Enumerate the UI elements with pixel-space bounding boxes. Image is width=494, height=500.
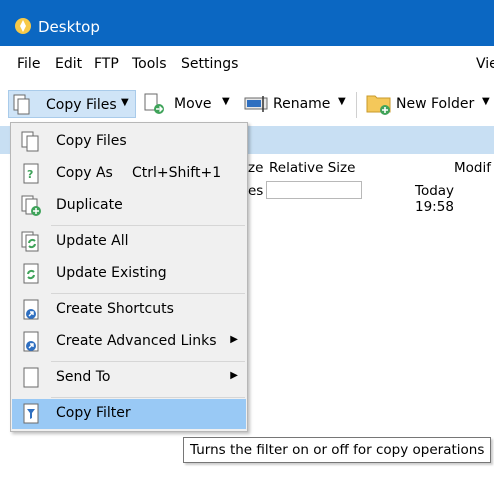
window-title: Desktop bbox=[38, 18, 100, 36]
svg-text:?: ? bbox=[27, 168, 33, 181]
move-label: Move bbox=[174, 96, 212, 112]
rename-label: Rename bbox=[273, 96, 331, 112]
column-modified-header[interactable]: Modif bbox=[454, 160, 491, 176]
menu-item-label: Update All bbox=[56, 233, 129, 249]
menu-item-label: Copy Files bbox=[56, 133, 127, 149]
menu-item-label: Copy As bbox=[56, 165, 113, 181]
menu-item-label: Update Existing bbox=[56, 265, 167, 281]
duplicate-icon bbox=[21, 195, 41, 216]
chevron-down-icon[interactable]: ▼ bbox=[482, 96, 490, 107]
copy-files-icon bbox=[21, 131, 39, 152]
menu-item-label: Create Shortcuts bbox=[56, 301, 174, 317]
update-all-icon bbox=[21, 231, 39, 252]
copy-files-dropdown: Copy Files ? Copy As Ctrl+Shift+1 Duplic… bbox=[10, 122, 248, 432]
menu-file[interactable]: File bbox=[17, 56, 40, 72]
copy-as-icon: ? bbox=[23, 163, 39, 184]
menu-create-shortcuts[interactable]: Create Shortcuts bbox=[12, 295, 246, 325]
menu-tools[interactable]: Tools bbox=[132, 56, 167, 72]
row-modified-cell: Today 19:58 bbox=[415, 183, 455, 215]
chevron-down-icon[interactable]: ▼ bbox=[222, 96, 230, 107]
menu-copy-filter[interactable]: Copy Filter bbox=[12, 399, 246, 429]
send-to-icon bbox=[23, 367, 39, 388]
advanced-link-icon bbox=[23, 331, 39, 352]
menu-item-label: Create Advanced Links bbox=[56, 333, 217, 349]
filter-icon bbox=[23, 403, 39, 424]
menu-view[interactable]: Vie bbox=[476, 56, 494, 72]
menu-separator bbox=[51, 397, 245, 398]
menu-send-to[interactable]: Send To ▶ bbox=[12, 363, 246, 393]
menu-separator bbox=[51, 293, 245, 294]
menu-ftp[interactable]: FTP bbox=[94, 56, 119, 72]
copy-files-label: Copy Files bbox=[46, 97, 117, 113]
new-folder-label: New Folder bbox=[396, 96, 475, 112]
rename-button[interactable]: Rename ▼ bbox=[242, 90, 352, 118]
copy-files-icon bbox=[13, 94, 30, 115]
row-type-cell: es bbox=[248, 183, 264, 199]
menu-update-all[interactable]: Update All bbox=[12, 227, 246, 257]
relative-size-bar bbox=[266, 181, 362, 199]
move-button[interactable]: Move ▼ bbox=[142, 90, 236, 118]
tooltip: Turns the filter on or off for copy oper… bbox=[183, 437, 492, 463]
menu-settings[interactable]: Settings bbox=[181, 56, 238, 72]
update-existing-icon bbox=[23, 263, 39, 284]
menu-duplicate[interactable]: Duplicate bbox=[12, 191, 246, 221]
move-icon bbox=[144, 93, 164, 114]
new-folder-icon bbox=[366, 95, 391, 115]
chevron-down-icon[interactable]: ▼ bbox=[338, 96, 346, 107]
menu-separator bbox=[51, 361, 245, 362]
column-relative-size-header[interactable]: Relative Size bbox=[269, 160, 355, 176]
menu-item-label: Duplicate bbox=[56, 197, 123, 213]
menu-separator bbox=[51, 225, 245, 226]
toolbar-divider bbox=[356, 92, 357, 118]
menu-item-shortcut: Ctrl+Shift+1 bbox=[132, 165, 222, 181]
column-size-header[interactable]: ze bbox=[248, 160, 263, 176]
app-icon bbox=[15, 18, 31, 34]
menu-edit[interactable]: Edit bbox=[55, 56, 82, 72]
menu-bar: File Edit FTP Tools Settings Vie bbox=[0, 46, 494, 82]
submenu-arrow-icon: ▶ bbox=[230, 334, 238, 345]
menu-update-existing[interactable]: Update Existing bbox=[12, 259, 246, 289]
menu-create-advanced-links[interactable]: Create Advanced Links ▶ bbox=[12, 327, 246, 357]
chevron-down-icon[interactable]: ▼ bbox=[121, 97, 129, 108]
rename-icon bbox=[244, 96, 268, 112]
new-folder-button[interactable]: New Folder ▼ bbox=[364, 90, 494, 118]
menu-item-label: Copy Filter bbox=[56, 405, 131, 421]
toolbar: Copy Files ▼ Move ▼ Rename ▼ New Folder … bbox=[0, 82, 494, 127]
copy-files-button[interactable]: Copy Files ▼ bbox=[8, 90, 136, 118]
title-bar[interactable]: Desktop bbox=[0, 0, 494, 46]
menu-item-label: Send To bbox=[56, 369, 111, 385]
menu-copy-files[interactable]: Copy Files bbox=[12, 127, 246, 157]
shortcut-icon bbox=[23, 299, 39, 320]
menu-copy-as[interactable]: ? Copy As Ctrl+Shift+1 bbox=[12, 159, 246, 189]
submenu-arrow-icon: ▶ bbox=[230, 370, 238, 381]
